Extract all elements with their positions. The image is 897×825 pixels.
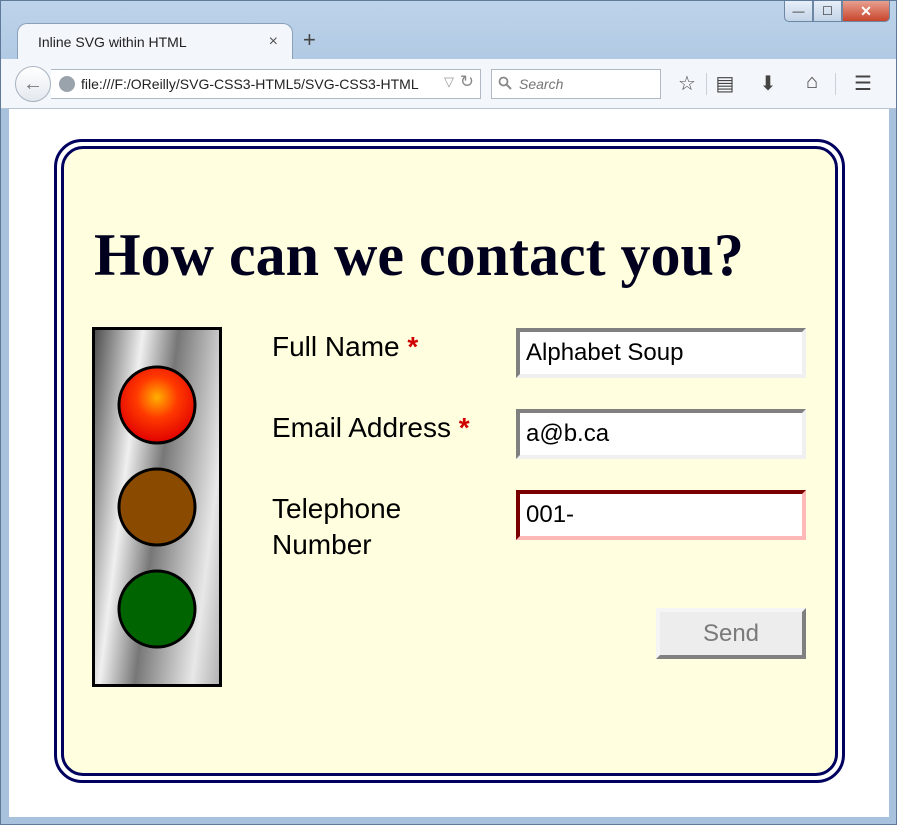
back-button[interactable]: ←	[15, 66, 51, 102]
full-name-field[interactable]	[516, 328, 806, 378]
toolbar-divider	[706, 73, 707, 95]
tab-close-icon[interactable]: ×	[269, 33, 278, 51]
traffic-light-image	[92, 327, 222, 687]
red-light	[117, 365, 197, 445]
globe-icon	[59, 76, 75, 92]
green-light	[117, 569, 197, 649]
url-text[interactable]: file:///F:/OReilly/SVG-CSS3-HTML5/SVG-CS…	[81, 76, 433, 92]
email-label-text: Email Address	[272, 412, 451, 443]
minimize-button[interactable]: —	[784, 1, 813, 22]
tab-title: Inline SVG within HTML	[38, 33, 187, 50]
bookmark-star-icon[interactable]: ☆	[674, 71, 700, 96]
contact-form-card: How can we contact you? Full Name * Alph…	[61, 146, 838, 776]
telephone-label-line1: Telephone	[272, 493, 402, 524]
search-box[interactable]	[491, 69, 661, 99]
address-bar[interactable]: file:///F:/OReilly/SVG-CSS3-HTML5/SVG-CS…	[51, 69, 481, 99]
menu-icon[interactable]: ☰	[850, 71, 876, 96]
browser-window: — ☐ ✕ Inline SVG within HTML × + ← file:…	[0, 0, 897, 825]
maximize-button[interactable]: ☐	[813, 1, 842, 22]
page-viewport: How can we contact you? Full Name * Alph…	[9, 109, 889, 817]
telephone-label-line2: Number	[272, 529, 372, 560]
full-name-label: Full Name *	[272, 329, 418, 365]
reading-list-icon[interactable]: ▤	[712, 71, 738, 96]
full-name-label-text: Full Name	[272, 331, 400, 362]
browser-tab[interactable]: Inline SVG within HTML ×	[17, 23, 293, 59]
required-marker: *	[407, 331, 419, 362]
url-dropdown-icon[interactable]: ▽	[444, 74, 454, 90]
window-controls: — ☐ ✕	[784, 1, 890, 23]
toolbar-divider	[835, 73, 836, 95]
contact-form-frame: How can we contact you? Full Name * Alph…	[54, 139, 845, 783]
telephone-label: Telephone Number	[272, 491, 401, 563]
telephone-field[interactable]	[516, 490, 806, 540]
amber-light	[117, 467, 197, 547]
reload-icon[interactable]: ↻	[460, 72, 474, 92]
email-label: Email Address *	[272, 410, 470, 446]
email-field[interactable]	[516, 409, 806, 459]
new-tab-button[interactable]: +	[303, 27, 316, 53]
navigation-toolbar: ← file:///F:/OReilly/SVG-CSS3-HTML5/SVG-…	[1, 59, 896, 109]
page-title: How can we contact you?	[94, 222, 744, 288]
close-window-button[interactable]: ✕	[842, 1, 890, 22]
downloads-icon[interactable]: ⬇	[755, 71, 781, 96]
required-marker: *	[458, 412, 470, 443]
search-input[interactable]	[517, 75, 647, 93]
search-icon	[498, 76, 512, 93]
send-button[interactable]: Send	[656, 608, 806, 659]
home-icon[interactable]: ⌂	[799, 71, 825, 94]
